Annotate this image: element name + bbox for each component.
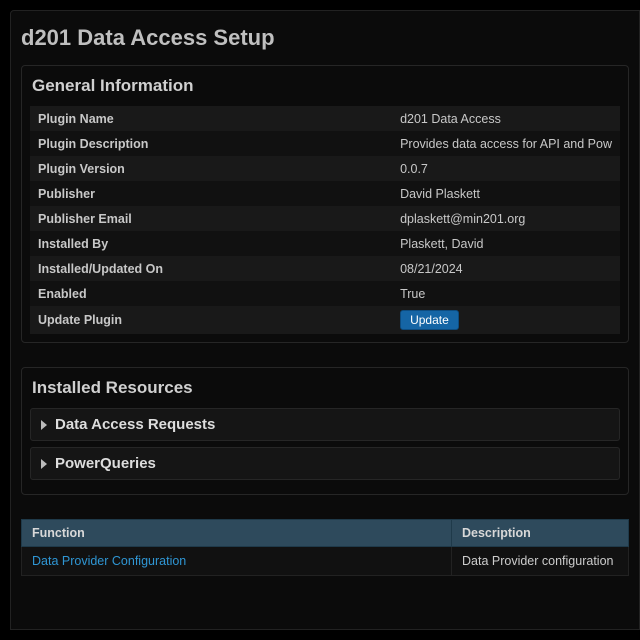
- row-update-plugin: Update Plugin Update: [30, 306, 620, 334]
- label-plugin-version: Plugin Version: [30, 156, 392, 181]
- table-row: Data Provider Configuration Data Provide…: [22, 547, 629, 576]
- data-provider-config-link[interactable]: Data Provider Configuration: [32, 554, 186, 568]
- functions-header-function: Function: [22, 520, 452, 547]
- general-info-box: General Information Plugin Name d201 Dat…: [21, 65, 629, 343]
- accordion-header-data-access-requests[interactable]: Data Access Requests: [30, 408, 620, 441]
- value-plugin-version: 0.0.7: [392, 156, 620, 181]
- row-enabled: Enabled True: [30, 281, 620, 306]
- value-installed-by: Plaskett, David: [392, 231, 620, 256]
- accordion-powerqueries: PowerQueries: [30, 447, 620, 480]
- label-plugin-description: Plugin Description: [30, 131, 392, 156]
- row-plugin-version: Plugin Version 0.0.7: [30, 156, 620, 181]
- functions-table: Function Description Data Provider Confi…: [21, 519, 629, 576]
- accordion-data-access-requests: Data Access Requests: [30, 408, 620, 441]
- page-root: d201 Data Access Setup General Informati…: [0, 0, 640, 630]
- value-enabled: True: [392, 281, 620, 306]
- value-plugin-description: Provides data access for API and Pow: [392, 131, 620, 156]
- chevron-right-icon: [41, 420, 47, 430]
- row-publisher-email: Publisher Email dplaskett@min201.org: [30, 206, 620, 231]
- row-plugin-name: Plugin Name d201 Data Access: [30, 106, 620, 131]
- label-update-plugin: Update Plugin: [30, 306, 392, 334]
- row-publisher: Publisher David Plaskett: [30, 181, 620, 206]
- installed-resources-box: Installed Resources Data Access Requests…: [21, 367, 629, 495]
- row-installed-on: Installed/Updated On 08/21/2024: [30, 256, 620, 281]
- value-update-plugin: Update: [392, 306, 620, 334]
- value-plugin-name: d201 Data Access: [392, 106, 620, 131]
- label-plugin-name: Plugin Name: [30, 106, 392, 131]
- function-cell: Data Provider Configuration: [22, 547, 452, 576]
- general-info-table: Plugin Name d201 Data Access Plugin Desc…: [30, 106, 620, 334]
- update-button[interactable]: Update: [400, 310, 459, 330]
- functions-header-description: Description: [452, 520, 629, 547]
- main-panel: d201 Data Access Setup General Informati…: [10, 10, 640, 630]
- row-plugin-description: Plugin Description Provides data access …: [30, 131, 620, 156]
- installed-resources-heading: Installed Resources: [30, 378, 620, 408]
- function-description: Data Provider configuration: [452, 547, 629, 576]
- page-title: d201 Data Access Setup: [11, 25, 639, 65]
- accordion-label: PowerQueries: [55, 455, 156, 472]
- accordion-label: Data Access Requests: [55, 416, 215, 433]
- functions-header-row: Function Description: [22, 520, 629, 547]
- general-info-heading: General Information: [30, 76, 620, 106]
- value-publisher-email: dplaskett@min201.org: [392, 206, 620, 231]
- label-publisher-email: Publisher Email: [30, 206, 392, 231]
- value-publisher: David Plaskett: [392, 181, 620, 206]
- label-installed-by: Installed By: [30, 231, 392, 256]
- value-installed-on: 08/21/2024: [392, 256, 620, 281]
- label-enabled: Enabled: [30, 281, 392, 306]
- label-publisher: Publisher: [30, 181, 392, 206]
- row-installed-by: Installed By Plaskett, David: [30, 231, 620, 256]
- accordion-header-powerqueries[interactable]: PowerQueries: [30, 447, 620, 480]
- chevron-right-icon: [41, 459, 47, 469]
- label-installed-on: Installed/Updated On: [30, 256, 392, 281]
